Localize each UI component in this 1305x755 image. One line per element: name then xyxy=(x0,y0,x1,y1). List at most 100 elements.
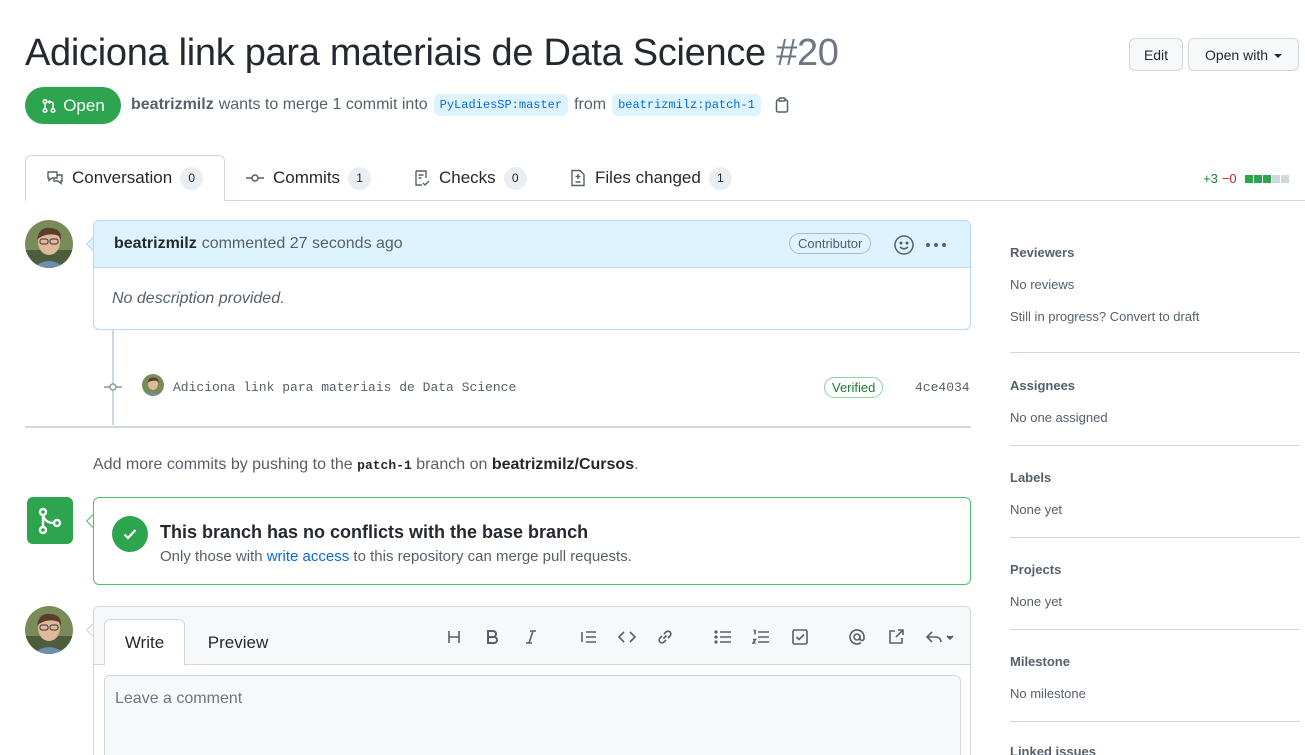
sidebar-divider xyxy=(1010,445,1300,446)
tab-label: Files changed xyxy=(595,168,701,187)
sidebar-linked-issues-title[interactable]: Linked issues xyxy=(1010,744,1300,755)
sidebar-labels-value: None yet xyxy=(1010,502,1063,517)
tab-conversation[interactable]: Conversation 0 xyxy=(25,155,225,201)
meta-text-wants: wants to merge 1 commit into xyxy=(218,96,428,113)
head-branch[interactable]: beatrizmilz:patch-1 xyxy=(612,94,761,116)
sidebar-projects: Projects None yet xyxy=(1010,562,1300,609)
tab-preview[interactable]: Preview xyxy=(194,619,282,666)
comment-editor: Write Preview Leave a comment xyxy=(93,606,971,755)
bullet-list-icon[interactable] xyxy=(711,625,735,649)
open-with-button[interactable]: Open with xyxy=(1188,38,1299,71)
merge-title: This branch has no conflicts with the ba… xyxy=(160,522,589,542)
push-hint-branch: patch-1 xyxy=(357,458,412,473)
push-hint-suffix: . xyxy=(634,456,639,473)
tab-counter: 0 xyxy=(503,166,527,190)
current-user-avatar[interactable] xyxy=(25,606,73,654)
file-diff-icon xyxy=(571,169,585,187)
code-icon[interactable] xyxy=(615,625,639,649)
sidebar-assignees-title[interactable]: Assignees xyxy=(1010,378,1300,393)
sidebar-divider xyxy=(1010,352,1300,353)
comment-author[interactable]: beatrizmilz xyxy=(114,235,197,253)
status-label: Open xyxy=(63,95,105,115)
check-icon xyxy=(112,516,148,552)
saved-reply-icon[interactable] xyxy=(923,625,957,649)
commit-avatar[interactable] xyxy=(142,374,164,396)
sidebar-reviewers: Reviewers No reviews Still in progress? … xyxy=(1010,245,1300,324)
comment-timestamp[interactable]: commented 27 seconds ago xyxy=(202,235,403,253)
commit-sha[interactable]: 4ce4034 xyxy=(915,380,970,395)
sidebar-labels: Labels None yet xyxy=(1010,470,1300,517)
pull-request-icon xyxy=(42,98,56,113)
diffstat-additions: +3 xyxy=(1203,171,1218,186)
numbered-list-icon[interactable] xyxy=(749,625,773,649)
sidebar-reviewers-title[interactable]: Reviewers xyxy=(1010,245,1300,260)
tab-counter: 1 xyxy=(348,166,372,190)
cross-reference-icon[interactable] xyxy=(884,625,908,649)
italic-icon[interactable] xyxy=(519,625,543,649)
task-list-icon[interactable] xyxy=(788,625,812,649)
convert-to-draft-link[interactable]: Still in progress? Convert to draft xyxy=(1010,309,1300,324)
comment-textarea[interactable]: Leave a comment xyxy=(104,675,961,755)
push-hint-middle: branch on xyxy=(416,456,488,473)
sidebar-projects-title[interactable]: Projects xyxy=(1010,562,1300,577)
comment-body: No description provided. xyxy=(112,290,285,307)
status-badge: Open xyxy=(25,87,121,124)
commit-row: Adiciona link para materiais de Data Sci… xyxy=(100,372,971,404)
tab-files-changed[interactable]: Files changed 1 xyxy=(549,155,752,201)
avatar[interactable] xyxy=(25,220,73,268)
tab-label: Conversation xyxy=(72,168,173,187)
quote-icon[interactable] xyxy=(577,625,601,649)
chevron-down-icon xyxy=(1274,53,1283,58)
tab-label: Checks xyxy=(439,168,496,187)
pr-meta: beatrizmilz wants to merge 1 commit into… xyxy=(131,94,789,116)
push-hint-prefix: Add more commits by pushing to the xyxy=(93,456,353,473)
tab-counter: 1 xyxy=(708,166,732,190)
merge-subtitle: Only those with write access to this rep… xyxy=(160,548,632,565)
sidebar-assignees: Assignees No one assigned xyxy=(1010,378,1300,425)
base-branch[interactable]: PyLadiesSP:master xyxy=(433,94,569,116)
tab-label: Commits xyxy=(273,168,341,187)
sidebar-labels-title[interactable]: Labels xyxy=(1010,470,1300,485)
checklist-icon xyxy=(415,170,430,186)
sidebar-milestone-title[interactable]: Milestone xyxy=(1010,654,1300,669)
edit-button-label: Edit xyxy=(1143,46,1169,63)
link-icon[interactable] xyxy=(653,625,677,649)
edit-button[interactable]: Edit xyxy=(1129,38,1183,71)
sidebar-milestone: Milestone No milestone xyxy=(1010,654,1300,701)
push-hint-repo[interactable]: beatrizmilz/Cursos xyxy=(492,456,634,473)
merge-status-box: This branch has no conflicts with the ba… xyxy=(93,497,971,585)
sidebar-linked-issues: Linked issues xyxy=(1010,744,1300,755)
verified-badge[interactable]: Verified xyxy=(824,377,884,398)
tab-write[interactable]: Write xyxy=(104,619,185,666)
sidebar-projects-value: None yet xyxy=(1010,594,1063,609)
open-with-label: Open with xyxy=(1204,46,1269,63)
write-access-link[interactable]: write access xyxy=(267,548,350,565)
commit-icon xyxy=(246,174,264,182)
pr-number: #20 xyxy=(776,32,839,74)
push-hint: Add more commits by pushing to the patch… xyxy=(93,456,639,474)
diffstat: +3 −0 xyxy=(1203,171,1289,186)
timeline-separator xyxy=(25,426,971,428)
diffstat-deletions: −0 xyxy=(1221,171,1237,186)
tab-counter: 0 xyxy=(180,166,204,190)
contributor-badge: Contributor xyxy=(789,233,872,254)
author-link[interactable]: beatrizmilz xyxy=(131,96,214,114)
pr-title: Adiciona link para materiais de Data Sci… xyxy=(25,32,839,75)
tab-checks[interactable]: Checks 0 xyxy=(393,155,547,201)
commit-message[interactable]: Adiciona link para materiais de Data Sci… xyxy=(173,380,516,395)
copy-icon[interactable] xyxy=(775,97,789,113)
sidebar-divider xyxy=(1010,537,1300,538)
comment: beatrizmilz commented 27 seconds ago Con… xyxy=(93,220,971,330)
meta-text-from: from xyxy=(574,96,607,113)
smiley-icon[interactable] xyxy=(893,234,915,261)
sidebar-divider xyxy=(1010,721,1300,722)
bold-icon[interactable] xyxy=(480,625,504,649)
sidebar-divider xyxy=(1010,629,1300,630)
pr-title-text: Adiciona link para materiais de Data Sci… xyxy=(25,32,766,74)
editor-toolbar: Write Preview xyxy=(94,607,970,666)
tab-commits[interactable]: Commits 1 xyxy=(225,155,391,201)
heading-icon[interactable] xyxy=(442,625,466,649)
sidebar-assignees-value: No one assigned xyxy=(1010,410,1108,425)
kebab-horizontal-icon[interactable] xyxy=(926,234,946,256)
mention-icon[interactable] xyxy=(845,625,869,649)
